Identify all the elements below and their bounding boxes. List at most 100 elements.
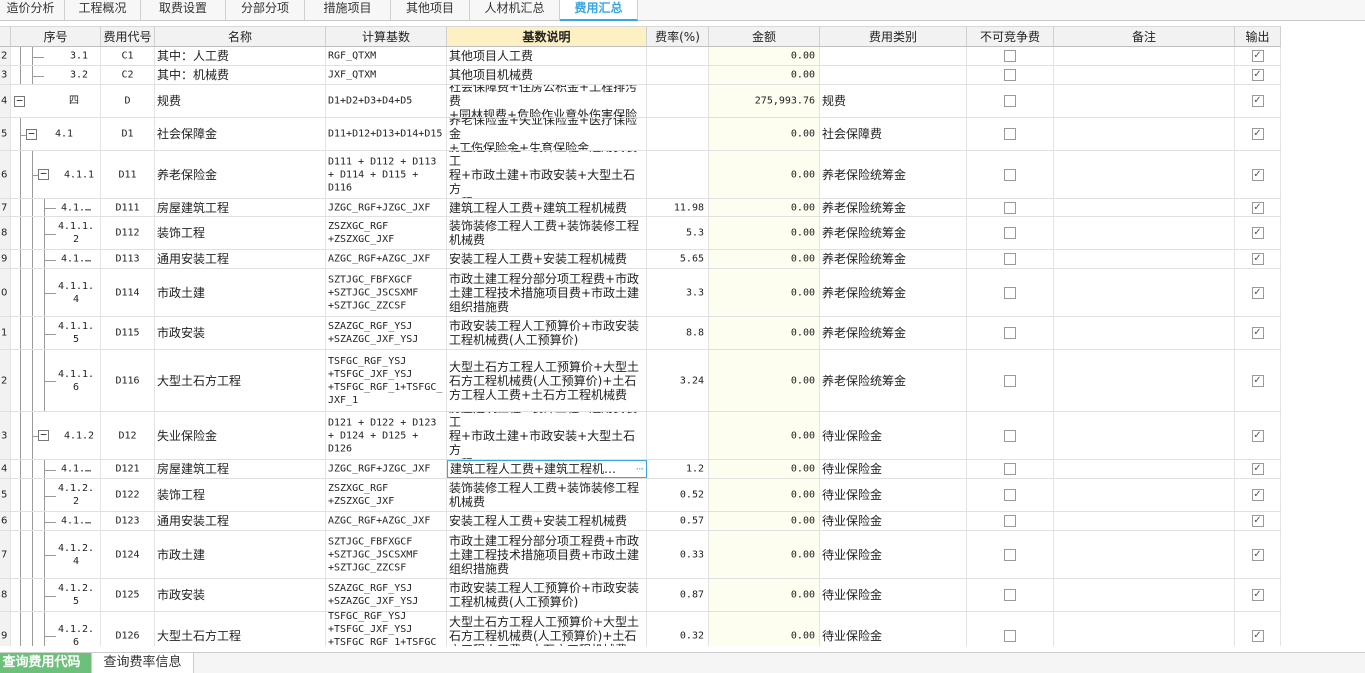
- code-cell[interactable]: D116: [101, 350, 155, 411]
- amount-cell[interactable]: 0.00: [709, 460, 820, 478]
- desc-cell[interactable]: 装饰装修工程人工费+装饰装修工程 机械费: [447, 479, 647, 511]
- desc-cell[interactable]: 大型土石方工程人工预算价+大型土 石方工程机械费(人工预算价)+土石 方工程人工…: [447, 350, 647, 411]
- desc-cell[interactable]: 市政安装工程人工预算价+市政安装 工程机械费(人工预算价): [447, 317, 647, 349]
- desc-cell[interactable]: 安装工程人工费+安装工程机械费: [447, 512, 647, 530]
- amount-cell[interactable]: 0.00: [709, 612, 820, 646]
- row-number-cell[interactable]: 9: [0, 250, 11, 268]
- category-cell[interactable]: 待业保险金: [820, 460, 967, 478]
- collapse-icon[interactable]: −: [38, 429, 49, 441]
- rate-cell[interactable]: [647, 118, 709, 150]
- output-cell[interactable]: ✓: [1235, 350, 1281, 411]
- remark-cell[interactable]: [1054, 85, 1235, 117]
- table-row[interactable]: 4− 四 D 规费 D1+D2+D3+D4+D5 社会保障费+住房公积金+工程排污费 +园…: [0, 85, 1281, 118]
- category-cell[interactable]: 待业保险金: [820, 612, 967, 646]
- code-cell[interactable]: D12: [101, 412, 155, 459]
- name-cell[interactable]: 装饰工程: [155, 479, 326, 511]
- output-cell[interactable]: ✓: [1235, 479, 1281, 511]
- output-cell[interactable]: ✓: [1235, 85, 1281, 117]
- rate-cell[interactable]: [647, 151, 709, 198]
- table-row[interactable]: 2 3.1 C1 其中：人工费 RGF_QTXM 其他项目人工费 0.00 ✓: [0, 47, 1281, 66]
- base-cell[interactable]: SZAZGC_RGF_YSJ +SZAZGC_JXF_YSJ: [326, 317, 447, 349]
- output-checkbox[interactable]: ✓: [1251, 50, 1264, 62]
- name-cell[interactable]: 社会保障金: [155, 118, 326, 150]
- remark-cell[interactable]: [1054, 250, 1235, 268]
- noncompete-checkbox[interactable]: [1004, 95, 1016, 107]
- name-cell[interactable]: 市政土建: [155, 531, 326, 578]
- base-cell[interactable]: AZGC_RGF+AZGC_JXF: [326, 512, 447, 530]
- noncompete-checkbox[interactable]: [1004, 327, 1016, 339]
- header-name[interactable]: 名称: [155, 26, 326, 47]
- bottom-tab-2[interactable]: 查询费率信息: [91, 653, 194, 673]
- desc-cell[interactable]: 其他项目人工费: [447, 47, 647, 65]
- category-cell[interactable]: 养老保险统筹金: [820, 250, 967, 268]
- name-cell[interactable]: 通用安装工程: [155, 250, 326, 268]
- output-cell[interactable]: ✓: [1235, 250, 1281, 268]
- category-cell[interactable]: 养老保险统筹金: [820, 350, 967, 411]
- amount-cell[interactable]: 0.00: [709, 250, 820, 268]
- remark-cell[interactable]: [1054, 512, 1235, 530]
- rate-cell[interactable]: [647, 412, 709, 459]
- rate-cell[interactable]: 0.33: [647, 531, 709, 578]
- base-cell[interactable]: TSFGC_RGF_YSJ +TSFGC_JXF_YSJ +TSFGC_RGF_…: [326, 350, 447, 411]
- seq-cell[interactable]: 4.1.2. 4: [11, 531, 101, 578]
- amount-cell[interactable]: 0.00: [709, 66, 820, 84]
- base-cell[interactable]: D11+D12+D13+D14+D15: [326, 118, 447, 150]
- noncompete-checkbox[interactable]: [1004, 253, 1016, 265]
- noncompete-checkbox[interactable]: [1004, 629, 1016, 642]
- header-desc[interactable]: 基数说明: [447, 26, 647, 47]
- amount-cell[interactable]: 0.00: [709, 47, 820, 65]
- code-cell[interactable]: C1: [101, 47, 155, 65]
- header-base[interactable]: 计算基数: [326, 26, 447, 47]
- category-cell[interactable]: 养老保险统筹金: [820, 151, 967, 198]
- amount-cell[interactable]: 0.00: [709, 479, 820, 511]
- name-cell[interactable]: 市政土建: [155, 269, 326, 316]
- seq-cell[interactable]: − 4.1.1: [11, 151, 101, 198]
- base-cell[interactable]: D121 + D122 + D123 + D124 + D125 + D126: [326, 412, 447, 459]
- remark-cell[interactable]: [1054, 412, 1235, 459]
- noncompete-cell[interactable]: [967, 217, 1054, 249]
- rate-cell[interactable]: 0.57: [647, 512, 709, 530]
- rate-cell[interactable]: [647, 85, 709, 117]
- table-row[interactable]: 4 4.1.… D121 房屋建筑工程 JZGC_RGF+JZGC_JXF 建筑工程人工费…: [0, 460, 1281, 479]
- output-cell[interactable]: ✓: [1235, 317, 1281, 349]
- amount-cell[interactable]: 0.00: [709, 350, 820, 411]
- collapse-icon[interactable]: −: [14, 95, 25, 107]
- row-number-cell[interactable]: 9: [0, 612, 11, 646]
- category-cell[interactable]: 规费: [820, 85, 967, 117]
- table-row[interactable]: 8 4.1.2. 5 D125 市政安装 SZAZGC_RGF_YSJ +SZAZGC_…: [0, 579, 1281, 612]
- tab-4[interactable]: 分部分项: [226, 0, 305, 20]
- noncompete-cell[interactable]: [967, 579, 1054, 611]
- table-row[interactable]: 8 4.1.1. 2 D112 装饰工程 ZSZXGC_RGF +ZSZXGC_JXF 装…: [0, 217, 1281, 250]
- collapse-icon[interactable]: −: [26, 128, 37, 140]
- row-number-cell[interactable]: 4: [0, 460, 11, 478]
- remark-cell[interactable]: [1054, 460, 1235, 478]
- noncompete-cell[interactable]: [967, 412, 1054, 459]
- noncompete-cell[interactable]: [967, 350, 1054, 411]
- base-cell[interactable]: SZTJGC_FBFXGCF +SZTJGC_JSCSXMF +SZTJGC_Z…: [326, 269, 447, 316]
- rate-cell[interactable]: 0.52: [647, 479, 709, 511]
- table-row[interactable]: 1 4.1.1. 5 D115 市政安装 SZAZGC_RGF_YSJ +SZAZGC_…: [0, 317, 1281, 350]
- row-number-cell[interactable]: 5: [0, 479, 11, 511]
- output-cell[interactable]: ✓: [1235, 412, 1281, 459]
- base-cell[interactable]: SZTJGC_FBFXGCF +SZTJGC_JSCSXMF +SZTJGC_Z…: [326, 531, 447, 578]
- noncompete-checkbox[interactable]: [1004, 168, 1016, 181]
- remark-cell[interactable]: [1054, 151, 1235, 198]
- row-number-cell[interactable]: 3: [0, 412, 11, 459]
- output-checkbox[interactable]: ✓: [1251, 629, 1264, 642]
- table-row[interactable]: 9 4.1.2. 6 D126 大型土石方工程 TSFGC_RGF_YSJ +TSFGC…: [0, 612, 1281, 646]
- desc-cell[interactable]: 装饰装修工程人工费+装饰装修工程 机械费: [447, 217, 647, 249]
- base-cell[interactable]: D111 + D112 + D113 + D114 + D115 + D116: [326, 151, 447, 198]
- code-cell[interactable]: D113: [101, 250, 155, 268]
- name-cell[interactable]: 市政安装: [155, 317, 326, 349]
- amount-cell[interactable]: 0.00: [709, 217, 820, 249]
- remark-cell[interactable]: [1054, 317, 1235, 349]
- table-row[interactable]: 6 − 4.1.1 D11 养老保险金 D111 + D112 + D113 + D114…: [0, 151, 1281, 199]
- tab-8[interactable]: 费用汇总: [560, 0, 638, 21]
- output-cell[interactable]: ✓: [1235, 217, 1281, 249]
- category-cell[interactable]: 养老保险统筹金: [820, 269, 967, 316]
- code-cell[interactable]: D121: [101, 460, 155, 478]
- tab-5[interactable]: 措施项目: [305, 0, 391, 20]
- noncompete-checkbox[interactable]: [1004, 589, 1016, 601]
- output-cell[interactable]: ✓: [1235, 269, 1281, 316]
- seq-cell[interactable]: 4.1.2. 5: [11, 579, 101, 611]
